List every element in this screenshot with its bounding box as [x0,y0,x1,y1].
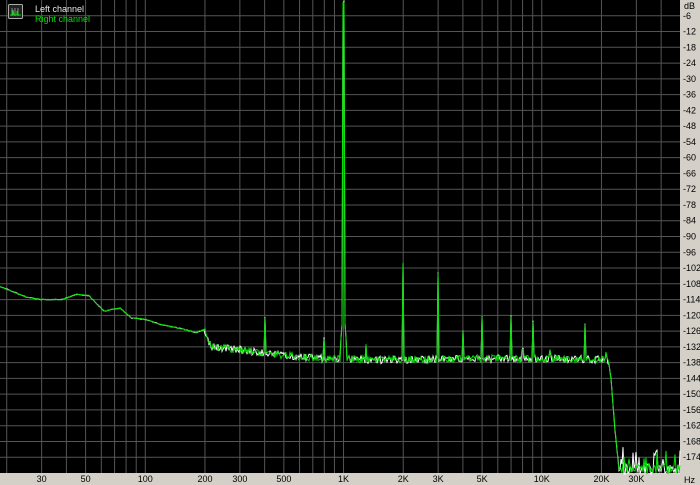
y-tick-label: -168 [683,436,700,446]
legend-right-channel: Right channel [35,14,90,24]
x-tick-label: 500 [276,474,291,484]
y-tick-label: -156 [683,405,700,415]
x-tick-label: 10K [534,474,550,484]
y-axis: -6 -12 -18 -24 -30 -36 -42 -48 -54 -60 -66 -72 -78 -8… [683,11,700,462]
y-tick-label: -96 [683,247,696,257]
y-tick-label: -132 [683,342,700,352]
y-tick-label: -60 [683,153,696,163]
y-tick-label: -12 [683,27,696,37]
x-tick-label: 30 [37,474,47,484]
y-tick-label: -84 [683,216,696,226]
legend-left-channel: Left channel [35,4,84,14]
x-tick-label: 1K [338,474,349,484]
y-tick-label: -90 [683,232,696,242]
y-tick-label: -18 [683,42,696,52]
y-axis-label: dB [684,1,695,11]
x-tick-label: 20K [593,474,609,484]
x-tick-label: 50 [81,474,91,484]
x-tick-label: 200 [197,474,212,484]
y-tick-label: -150 [683,389,700,399]
y-tick-label: -120 [683,310,700,320]
y-tick-label: -6 [683,11,691,21]
y-tick-label: -108 [683,279,700,289]
y-tick-label: -144 [683,373,700,383]
y-tick-label: -42 [683,105,696,115]
x-tick-label: 5K [477,474,488,484]
x-axis-label: Hz [684,475,695,485]
x-tick-label: 3K [433,474,444,484]
x-tick-label: 300 [232,474,247,484]
spectrum-chart: -6 -12 -18 -24 -30 -36 -42 -48 -54 -60 -66 -72 -78 -8… [0,0,700,485]
y-tick-label: -72 [683,184,696,194]
x-tick-label: 100 [138,474,153,484]
y-tick-label: -162 [683,421,700,431]
x-tick-label: 2K [398,474,409,484]
y-tick-label: -78 [683,200,696,210]
x-axis: 30 50 100 200 300 500 1K 2K 3K 5K 10K 20K 30K [37,474,645,484]
y-tick-label: -48 [683,121,696,131]
y-tick-label: -66 [683,168,696,178]
y-tick-label: -138 [683,358,700,368]
legend-chart-icon [8,4,23,19]
y-tick-label: -30 [683,74,696,84]
y-tick-label: -102 [683,263,700,273]
y-tick-label: -174 [683,452,700,462]
y-tick-label: -54 [683,137,696,147]
y-tick-label: -24 [683,58,696,68]
y-tick-label: -126 [683,326,700,336]
x-tick-label: 30K [628,474,644,484]
y-tick-label: -114 [683,295,700,305]
y-tick-label: -36 [683,90,696,100]
